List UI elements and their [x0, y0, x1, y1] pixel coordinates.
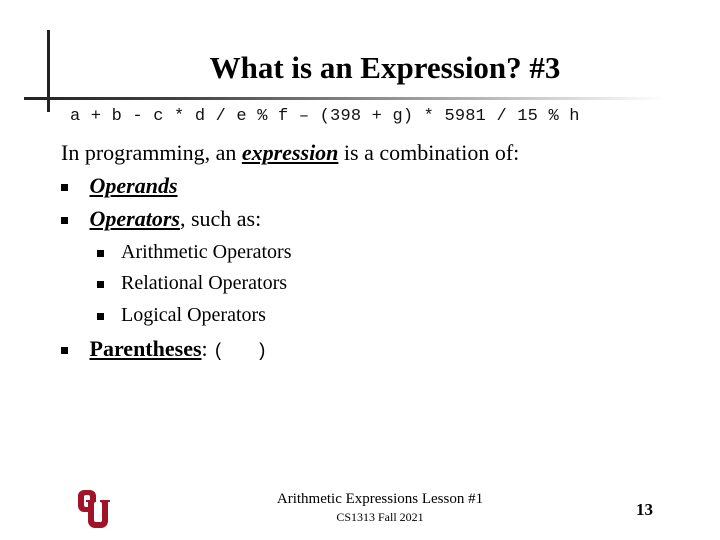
- sub-bullet-logical: Logical Operators: [97, 304, 266, 327]
- bullet-parentheses: Parentheses: ( ): [61, 336, 267, 362]
- bullet-label: Parentheses: [89, 336, 202, 361]
- page-number: 13: [636, 500, 653, 519]
- slide-footer: Arithmetic Expressions Lesson #1 CS1313 …: [230, 491, 530, 525]
- footer-course: CS1313 Fall 2021: [336, 510, 424, 524]
- sub-bullet-label: Logical Operators: [121, 304, 266, 326]
- sub-bullet-label: Arithmetic Operators: [121, 241, 292, 263]
- expression-code-line: a + b - c * d / e % f – (398 + g) * 5981…: [70, 107, 580, 126]
- sub-bullet-arithmetic: Arithmetic Operators: [97, 241, 292, 264]
- slide-title: What is an Expression? #3: [209, 50, 561, 85]
- bullet-label: Operands: [89, 173, 178, 198]
- bullet-operands: Operands: [61, 173, 178, 199]
- intro-after: is a combination of:: [338, 140, 520, 165]
- bullet-square-icon: [61, 217, 68, 225]
- parentheses-code: ( ): [213, 342, 268, 362]
- sub-bullet-relational: Relational Operators: [97, 272, 287, 295]
- bullet-suffix: :: [201, 336, 214, 361]
- intro-before: In programming, an: [61, 140, 242, 165]
- title-horizontal-rule: [24, 97, 664, 100]
- bullet-square-icon: [97, 249, 104, 257]
- bullet-square-icon: [61, 347, 68, 355]
- sub-bullet-label: Relational Operators: [121, 272, 288, 294]
- bullet-label: Operators: [89, 206, 180, 231]
- footer-lesson: Arithmetic Expressions Lesson #1: [276, 491, 484, 507]
- bullet-operators: Operators, such as:: [61, 206, 261, 232]
- ou-logo-icon: [76, 488, 110, 535]
- intro-emphasis: expression: [241, 140, 339, 165]
- bullet-square-icon: [97, 280, 104, 288]
- bullet-square-icon: [97, 312, 104, 320]
- intro-text: In programming, an expression is a combi…: [61, 140, 519, 166]
- bullet-square-icon: [61, 184, 68, 192]
- bullet-suffix: , such as:: [179, 206, 262, 231]
